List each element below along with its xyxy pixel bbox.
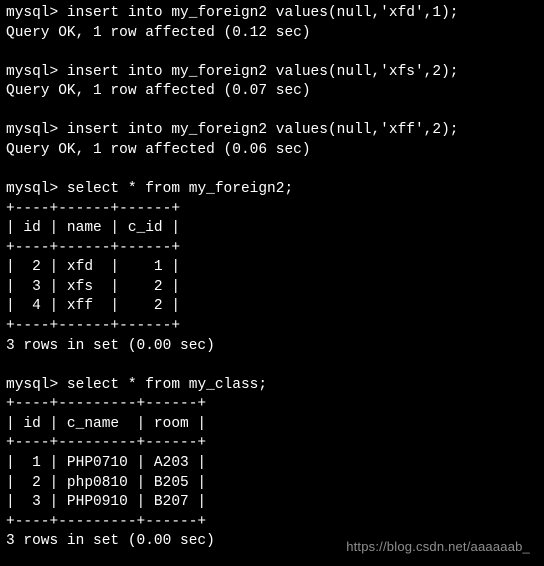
prompt: mysql>	[6, 377, 58, 393]
table-row: | 3 | PHP0910 | B207 |	[6, 494, 206, 510]
query-result: Query OK, 1 row affected (0.07 sec)	[6, 83, 311, 99]
prompt: mysql>	[6, 5, 58, 21]
table-border: +----+---------+------+	[6, 396, 206, 412]
table-header: | id | c_name | room |	[6, 416, 206, 432]
table-border: +----+---------+------+	[6, 435, 206, 451]
table-border: +----+------+------+	[6, 240, 180, 256]
sql-command: select * from my_foreign2;	[67, 181, 293, 197]
table-row: | 2 | xfd | 1 |	[6, 259, 180, 275]
table-row: | 4 | xff | 2 |	[6, 298, 180, 314]
prompt: mysql>	[6, 64, 58, 80]
query-result: Query OK, 1 row affected (0.06 sec)	[6, 142, 311, 158]
query-footer: 3 rows in set (0.00 sec)	[6, 338, 215, 354]
prompt: mysql>	[6, 181, 58, 197]
table-border: +----+------+------+	[6, 201, 180, 217]
sql-command: insert into my_foreign2 values(null,'xff…	[67, 122, 459, 138]
watermark-text: https://blog.csdn.net/aaaaaab_	[346, 538, 530, 556]
terminal-output: mysql> insert into my_foreign2 values(nu…	[0, 0, 544, 556]
sql-command: select * from my_class;	[67, 377, 267, 393]
table-row: | 3 | xfs | 2 |	[6, 279, 180, 295]
query-result: Query OK, 1 row affected (0.12 sec)	[6, 25, 311, 41]
query-footer: 3 rows in set (0.00 sec)	[6, 533, 215, 549]
prompt: mysql>	[6, 122, 58, 138]
table-border: +----+------+------+	[6, 318, 180, 334]
table-row: | 2 | php0810 | B205 |	[6, 475, 206, 491]
table-header: | id | name | c_id |	[6, 220, 180, 236]
sql-command: insert into my_foreign2 values(null,'xfd…	[67, 5, 459, 21]
sql-command: insert into my_foreign2 values(null,'xfs…	[67, 64, 459, 80]
table-row: | 1 | PHP0710 | A203 |	[6, 455, 206, 471]
table-border: +----+---------+------+	[6, 514, 206, 530]
